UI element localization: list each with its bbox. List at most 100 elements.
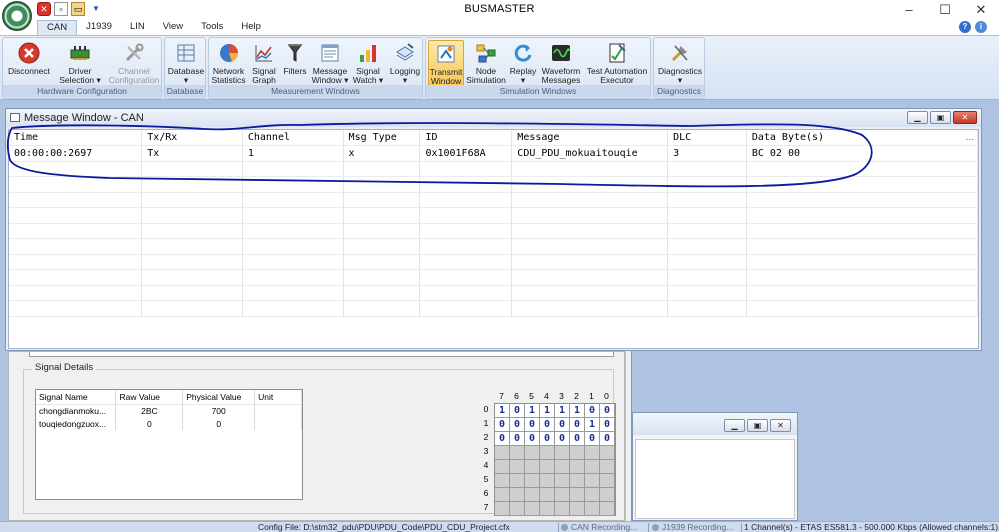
bit-cell bbox=[525, 502, 540, 516]
signal-list[interactable]: Signal Name Raw Value Physical Value Uni… bbox=[35, 389, 303, 500]
column-header[interactable]: ID bbox=[419, 130, 513, 146]
tab-can[interactable]: CAN bbox=[37, 20, 78, 36]
tab-j1939[interactable]: J1939 bbox=[77, 20, 121, 35]
bit-cell bbox=[585, 502, 600, 516]
minimize-button[interactable]: – bbox=[891, 0, 927, 20]
tab-view[interactable]: View bbox=[154, 20, 192, 35]
bit-cell: 0 bbox=[540, 432, 555, 446]
bit-row-label: 1 bbox=[483, 418, 489, 428]
replay-button[interactable]: Replay ▾ bbox=[508, 40, 538, 85]
close-button[interactable]: ✕ bbox=[963, 0, 999, 20]
message-window-button[interactable]: Message Window ▾ bbox=[311, 40, 349, 85]
unit bbox=[254, 417, 302, 430]
disconnect-button[interactable]: Disconnect bbox=[5, 40, 53, 76]
signal-details-label: Signal Details bbox=[32, 362, 97, 373]
logging-button[interactable]: Logging ▾ bbox=[387, 40, 423, 85]
status-j1939-recording: J1939 Recording... bbox=[652, 522, 740, 532]
driver-selection-button[interactable]: Driver Selection ▾ bbox=[55, 40, 105, 85]
column-header[interactable]: Tx/Rx bbox=[141, 130, 243, 146]
signal-watch-button[interactable]: Signal Watch ▾ bbox=[351, 40, 385, 85]
column-header[interactable]: Raw Value bbox=[115, 390, 184, 405]
database-button[interactable]: Database ▾ bbox=[166, 40, 206, 85]
tab-tools[interactable]: Tools bbox=[192, 20, 232, 35]
bit-column-label: 1 bbox=[589, 391, 594, 401]
column-header[interactable]: Channel bbox=[242, 130, 344, 146]
bit-cell bbox=[600, 488, 615, 502]
message-list[interactable]: Time Tx/Rx Channel Msg Type ID Message DLC Data… bbox=[8, 129, 979, 349]
diagnostics-button[interactable]: Diagnostics ▾ bbox=[655, 40, 705, 85]
bit-cell bbox=[600, 474, 615, 488]
recording-icon bbox=[561, 524, 568, 531]
database-icon bbox=[177, 44, 195, 62]
message-window: Message Window - CAN ▁ ▣ ✕ Time Tx/Rx Chan… bbox=[5, 108, 982, 351]
empty-row bbox=[9, 192, 978, 208]
bit-cell bbox=[555, 488, 570, 502]
ribbon-group-label: Measurement Windows bbox=[209, 85, 422, 97]
transmit-window-button[interactable]: Transmit Window bbox=[428, 40, 464, 86]
network-statistics-button[interactable]: Network Statistics bbox=[210, 40, 247, 85]
bit-cell bbox=[570, 460, 585, 474]
status-can-recording: CAN Recording... bbox=[561, 522, 646, 532]
bit-cell: 0 bbox=[570, 432, 585, 446]
child-window-close-button[interactable]: ✕ bbox=[770, 419, 791, 432]
bit-cell bbox=[585, 474, 600, 488]
about-icon[interactable]: i bbox=[975, 21, 987, 33]
table-row[interactable]: chongdianmoku... 2BC 700 bbox=[36, 404, 302, 417]
message-window-titlebar[interactable]: Message Window - CAN ▁ ▣ ✕ bbox=[6, 109, 981, 127]
bit-grid: 101111000000001000000000 bbox=[494, 403, 616, 516]
column-header[interactable]: DLC bbox=[667, 130, 747, 146]
title-bar: ✕ ▫ ▭ ▼ BUSMASTER – ☐ ✕ bbox=[0, 0, 999, 31]
test-automation-executor-button[interactable]: Test Automation Executor bbox=[584, 40, 650, 85]
column-header[interactable]: Msg Type bbox=[343, 130, 421, 146]
bit-cell bbox=[555, 460, 570, 474]
signal-details-group: Signal Details Signal Name Raw Value Phy… bbox=[23, 362, 616, 516]
transmit-window-icon bbox=[437, 45, 455, 63]
bit-cell bbox=[555, 446, 570, 460]
maximize-button[interactable]: ☐ bbox=[927, 0, 963, 20]
physical-value: 0 bbox=[182, 417, 256, 430]
column-header[interactable]: Physical Value bbox=[182, 390, 256, 405]
node-simulation-button[interactable]: Node Simulation bbox=[466, 40, 506, 85]
column-header[interactable]: Data Byte(s) bbox=[746, 130, 978, 146]
message-window-close-button[interactable]: ✕ bbox=[953, 111, 977, 124]
bit-cell bbox=[495, 474, 510, 488]
channel-configuration-button[interactable]: Channel Configuration bbox=[107, 40, 161, 85]
bit-cell bbox=[525, 474, 540, 488]
bit-cell: 0 bbox=[525, 418, 540, 432]
bit-cell: 1 bbox=[585, 418, 600, 432]
filters-button[interactable]: Filters bbox=[281, 40, 309, 76]
child-window-minimize-button[interactable]: ▁ bbox=[724, 419, 745, 432]
bit-cell: 1 bbox=[540, 404, 555, 418]
column-header[interactable]: Time bbox=[9, 130, 143, 146]
table-row[interactable]: 00:00:00:2697 Tx 1 x 0x1001F68A CDU_PDU_mokua… bbox=[9, 145, 978, 162]
bit-cell: 0 bbox=[510, 418, 525, 432]
bit-row-label: 4 bbox=[483, 460, 489, 470]
ribbon-group-hardware-configuration: Disconnect Driver Selection ▾ Channel Co… bbox=[2, 37, 162, 99]
bit-cell bbox=[540, 446, 555, 460]
message-window-minimize-button[interactable]: ▁ bbox=[907, 111, 928, 124]
bit-cell: 0 bbox=[600, 432, 615, 446]
bit-cell bbox=[495, 488, 510, 502]
app-logo-icon[interactable] bbox=[2, 1, 32, 31]
tab-lin[interactable]: LIN bbox=[121, 20, 154, 35]
empty-row bbox=[9, 269, 978, 286]
message-window-restore-button[interactable]: ▣ bbox=[930, 111, 951, 124]
bit-row-label: 3 bbox=[483, 446, 489, 456]
bit-cell bbox=[540, 502, 555, 516]
child-window-titlebar[interactable]: ▁ ▣ ✕ bbox=[633, 413, 797, 435]
child-window: ▁ ▣ ✕ bbox=[632, 412, 798, 521]
bit-cell bbox=[495, 460, 510, 474]
bit-column-label: 2 bbox=[574, 391, 579, 401]
tab-help[interactable]: Help bbox=[232, 20, 270, 35]
column-header[interactable]: Message bbox=[511, 130, 669, 146]
more-columns-indicator: ... bbox=[965, 132, 974, 143]
bit-cell: 1 bbox=[495, 404, 510, 418]
column-header[interactable]: Unit bbox=[254, 390, 302, 405]
table-row[interactable]: touqiedongzuox... 0 0 bbox=[36, 417, 302, 430]
column-header[interactable]: Signal Name bbox=[36, 390, 117, 405]
bit-cell bbox=[600, 502, 615, 516]
help-icon[interactable]: ? bbox=[959, 21, 971, 33]
disconnect-icon bbox=[18, 42, 40, 64]
bit-cell: 0 bbox=[525, 432, 540, 446]
child-window-restore-button[interactable]: ▣ bbox=[747, 419, 768, 432]
